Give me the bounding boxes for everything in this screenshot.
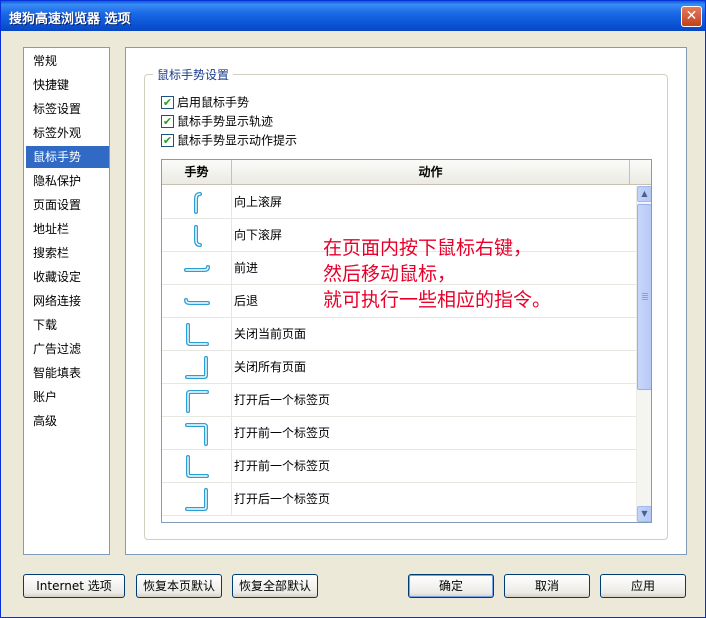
option-label: 启用鼠标手势 bbox=[177, 95, 250, 110]
title-bar[interactable]: 搜狗高速浏览器 选项 ✕ bbox=[1, 1, 705, 31]
action-cell: 前进 bbox=[234, 261, 259, 275]
enable-gestures-checkbox[interactable]: ✔ bbox=[161, 96, 174, 109]
gesture-cell bbox=[162, 384, 232, 417]
sidebar-item-network[interactable]: 网络连接 bbox=[26, 290, 109, 312]
action-cell: 打开前一个标签页 bbox=[234, 426, 331, 440]
table-row[interactable]: 关闭所有页面 bbox=[162, 351, 636, 384]
group-title: 鼠标手势设置 bbox=[153, 66, 234, 83]
window-title: 搜狗高速浏览器 选项 bbox=[9, 12, 131, 27]
gesture-cell bbox=[162, 417, 232, 450]
annotation-line: 就可执行一些相应的指令。 bbox=[323, 289, 552, 311]
restore-all-defaults-button[interactable]: 恢复全部默认 bbox=[232, 574, 318, 598]
gesture-up-icon bbox=[194, 192, 202, 214]
sidebar-item-mouse-gestures[interactable]: 鼠标手势 bbox=[26, 146, 109, 168]
action-cell: 关闭所有页面 bbox=[234, 360, 307, 374]
gesture-cell bbox=[162, 252, 232, 285]
sidebar-item-address-bar[interactable]: 地址栏 bbox=[26, 218, 109, 240]
gesture-cell bbox=[162, 450, 232, 483]
column-action[interactable]: 动作 bbox=[232, 160, 630, 185]
restore-page-defaults-button[interactable]: 恢复本页默认 bbox=[136, 574, 222, 598]
category-list: 常规 快捷键 标签设置 标签外观 鼠标手势 隐私保护 页面设置 地址栏 搜索栏 … bbox=[23, 47, 110, 555]
cancel-button[interactable]: 取消 bbox=[504, 574, 590, 598]
close-icon: ✕ bbox=[685, 8, 698, 24]
sidebar-item-advanced[interactable]: 高级 bbox=[26, 410, 109, 432]
show-hint-checkbox[interactable]: ✔ bbox=[161, 134, 174, 147]
gesture-cell bbox=[162, 483, 232, 516]
grip-icon bbox=[642, 293, 648, 301]
gesture-cell bbox=[162, 318, 232, 351]
gesture-right-up-icon bbox=[185, 488, 208, 511]
option-show-hint[interactable]: ✔ 鼠标手势显示动作提示 bbox=[161, 133, 297, 149]
chevron-down-icon: ▼ bbox=[641, 509, 648, 518]
table-row[interactable]: 打开后一个标签页 bbox=[162, 483, 636, 516]
gesture-down-right-icon bbox=[186, 323, 209, 346]
table-row[interactable]: 向上滚屏 bbox=[162, 186, 636, 219]
option-label: 鼠标手势显示轨迹 bbox=[177, 114, 274, 129]
gesture-right-down-icon bbox=[185, 423, 208, 446]
action-cell: 打开后一个标签页 bbox=[234, 393, 331, 407]
annotation-line: 在页面内按下鼠标右键， bbox=[323, 237, 533, 259]
scroll-up-button[interactable]: ▲ bbox=[637, 186, 651, 202]
gesture-right-up-icon bbox=[185, 356, 208, 379]
table-row[interactable]: 打开前一个标签页 bbox=[162, 417, 636, 450]
sidebar-item-download[interactable]: 下载 bbox=[26, 314, 109, 336]
sidebar-item-autofill[interactable]: 智能填表 bbox=[26, 362, 109, 384]
options-window: 搜狗高速浏览器 选项 ✕ 常规 快捷键 标签设置 标签外观 鼠标手势 隐私保护 … bbox=[0, 0, 706, 618]
gesture-cell bbox=[162, 186, 232, 219]
internet-options-button[interactable]: Internet 选项 bbox=[23, 574, 125, 598]
table-row[interactable]: 打开后一个标签页 bbox=[162, 384, 636, 417]
sidebar-item-page-settings[interactable]: 页面设置 bbox=[26, 194, 109, 216]
sidebar-item-account[interactable]: 账户 bbox=[26, 386, 109, 408]
column-gesture[interactable]: 手势 bbox=[162, 160, 232, 185]
sidebar-item-ad-filter[interactable]: 广告过滤 bbox=[26, 338, 109, 360]
gesture-cell bbox=[162, 285, 232, 318]
option-enable-gestures[interactable]: ✔ 启用鼠标手势 bbox=[161, 95, 249, 111]
apply-button[interactable]: 应用 bbox=[600, 574, 686, 598]
option-label: 鼠标手势显示动作提示 bbox=[177, 133, 298, 148]
action-cell: 向下滚屏 bbox=[234, 228, 283, 242]
gesture-up-right-icon bbox=[186, 390, 209, 413]
gesture-cell bbox=[162, 219, 232, 252]
scroll-thumb[interactable] bbox=[637, 204, 651, 390]
gesture-cell bbox=[162, 351, 232, 384]
sidebar-item-shortcuts[interactable]: 快捷键 bbox=[26, 74, 109, 96]
sidebar-item-tab-appearance[interactable]: 标签外观 bbox=[26, 122, 109, 144]
gesture-down-right-icon bbox=[186, 455, 209, 478]
sidebar-item-privacy[interactable]: 隐私保护 bbox=[26, 170, 109, 192]
gesture-right-icon bbox=[184, 265, 210, 272]
gesture-left-icon bbox=[184, 298, 210, 305]
action-cell: 打开后一个标签页 bbox=[234, 492, 331, 506]
sidebar-item-favorites[interactable]: 收藏设定 bbox=[26, 266, 109, 288]
sidebar-item-search-bar[interactable]: 搜索栏 bbox=[26, 242, 109, 264]
scroll-down-button[interactable]: ▼ bbox=[637, 506, 651, 522]
close-button[interactable]: ✕ bbox=[681, 6, 702, 27]
action-cell: 后退 bbox=[234, 294, 259, 308]
action-cell: 打开前一个标签页 bbox=[234, 459, 331, 473]
show-trail-checkbox[interactable]: ✔ bbox=[161, 115, 174, 128]
ok-button[interactable]: 确定 bbox=[408, 574, 494, 598]
chevron-up-icon: ▲ bbox=[641, 189, 648, 198]
vertical-scrollbar[interactable]: ▲ ▼ bbox=[636, 186, 651, 522]
annotation-overlay: 在页面内按下鼠标右键， 然后移动鼠标， 就可执行一些相应的指令。 bbox=[323, 235, 551, 313]
gesture-table: 手势 动作 向上滚屏 向下滚屏 前进 后退 关闭当前页面 关闭所有页面 打开后一… bbox=[161, 159, 652, 523]
action-cell: 向上滚屏 bbox=[234, 195, 283, 209]
sidebar-item-general[interactable]: 常规 bbox=[26, 50, 109, 72]
annotation-line: 然后移动鼠标， bbox=[323, 263, 457, 285]
table-row[interactable]: 打开前一个标签页 bbox=[162, 450, 636, 483]
action-cell: 关闭当前页面 bbox=[234, 327, 307, 341]
gesture-down-icon bbox=[194, 225, 202, 247]
table-header: 手势 动作 bbox=[162, 160, 651, 185]
sidebar-item-tab-settings[interactable]: 标签设置 bbox=[26, 98, 109, 120]
table-row[interactable]: 关闭当前页面 bbox=[162, 318, 636, 351]
option-show-trail[interactable]: ✔ 鼠标手势显示轨迹 bbox=[161, 114, 273, 130]
